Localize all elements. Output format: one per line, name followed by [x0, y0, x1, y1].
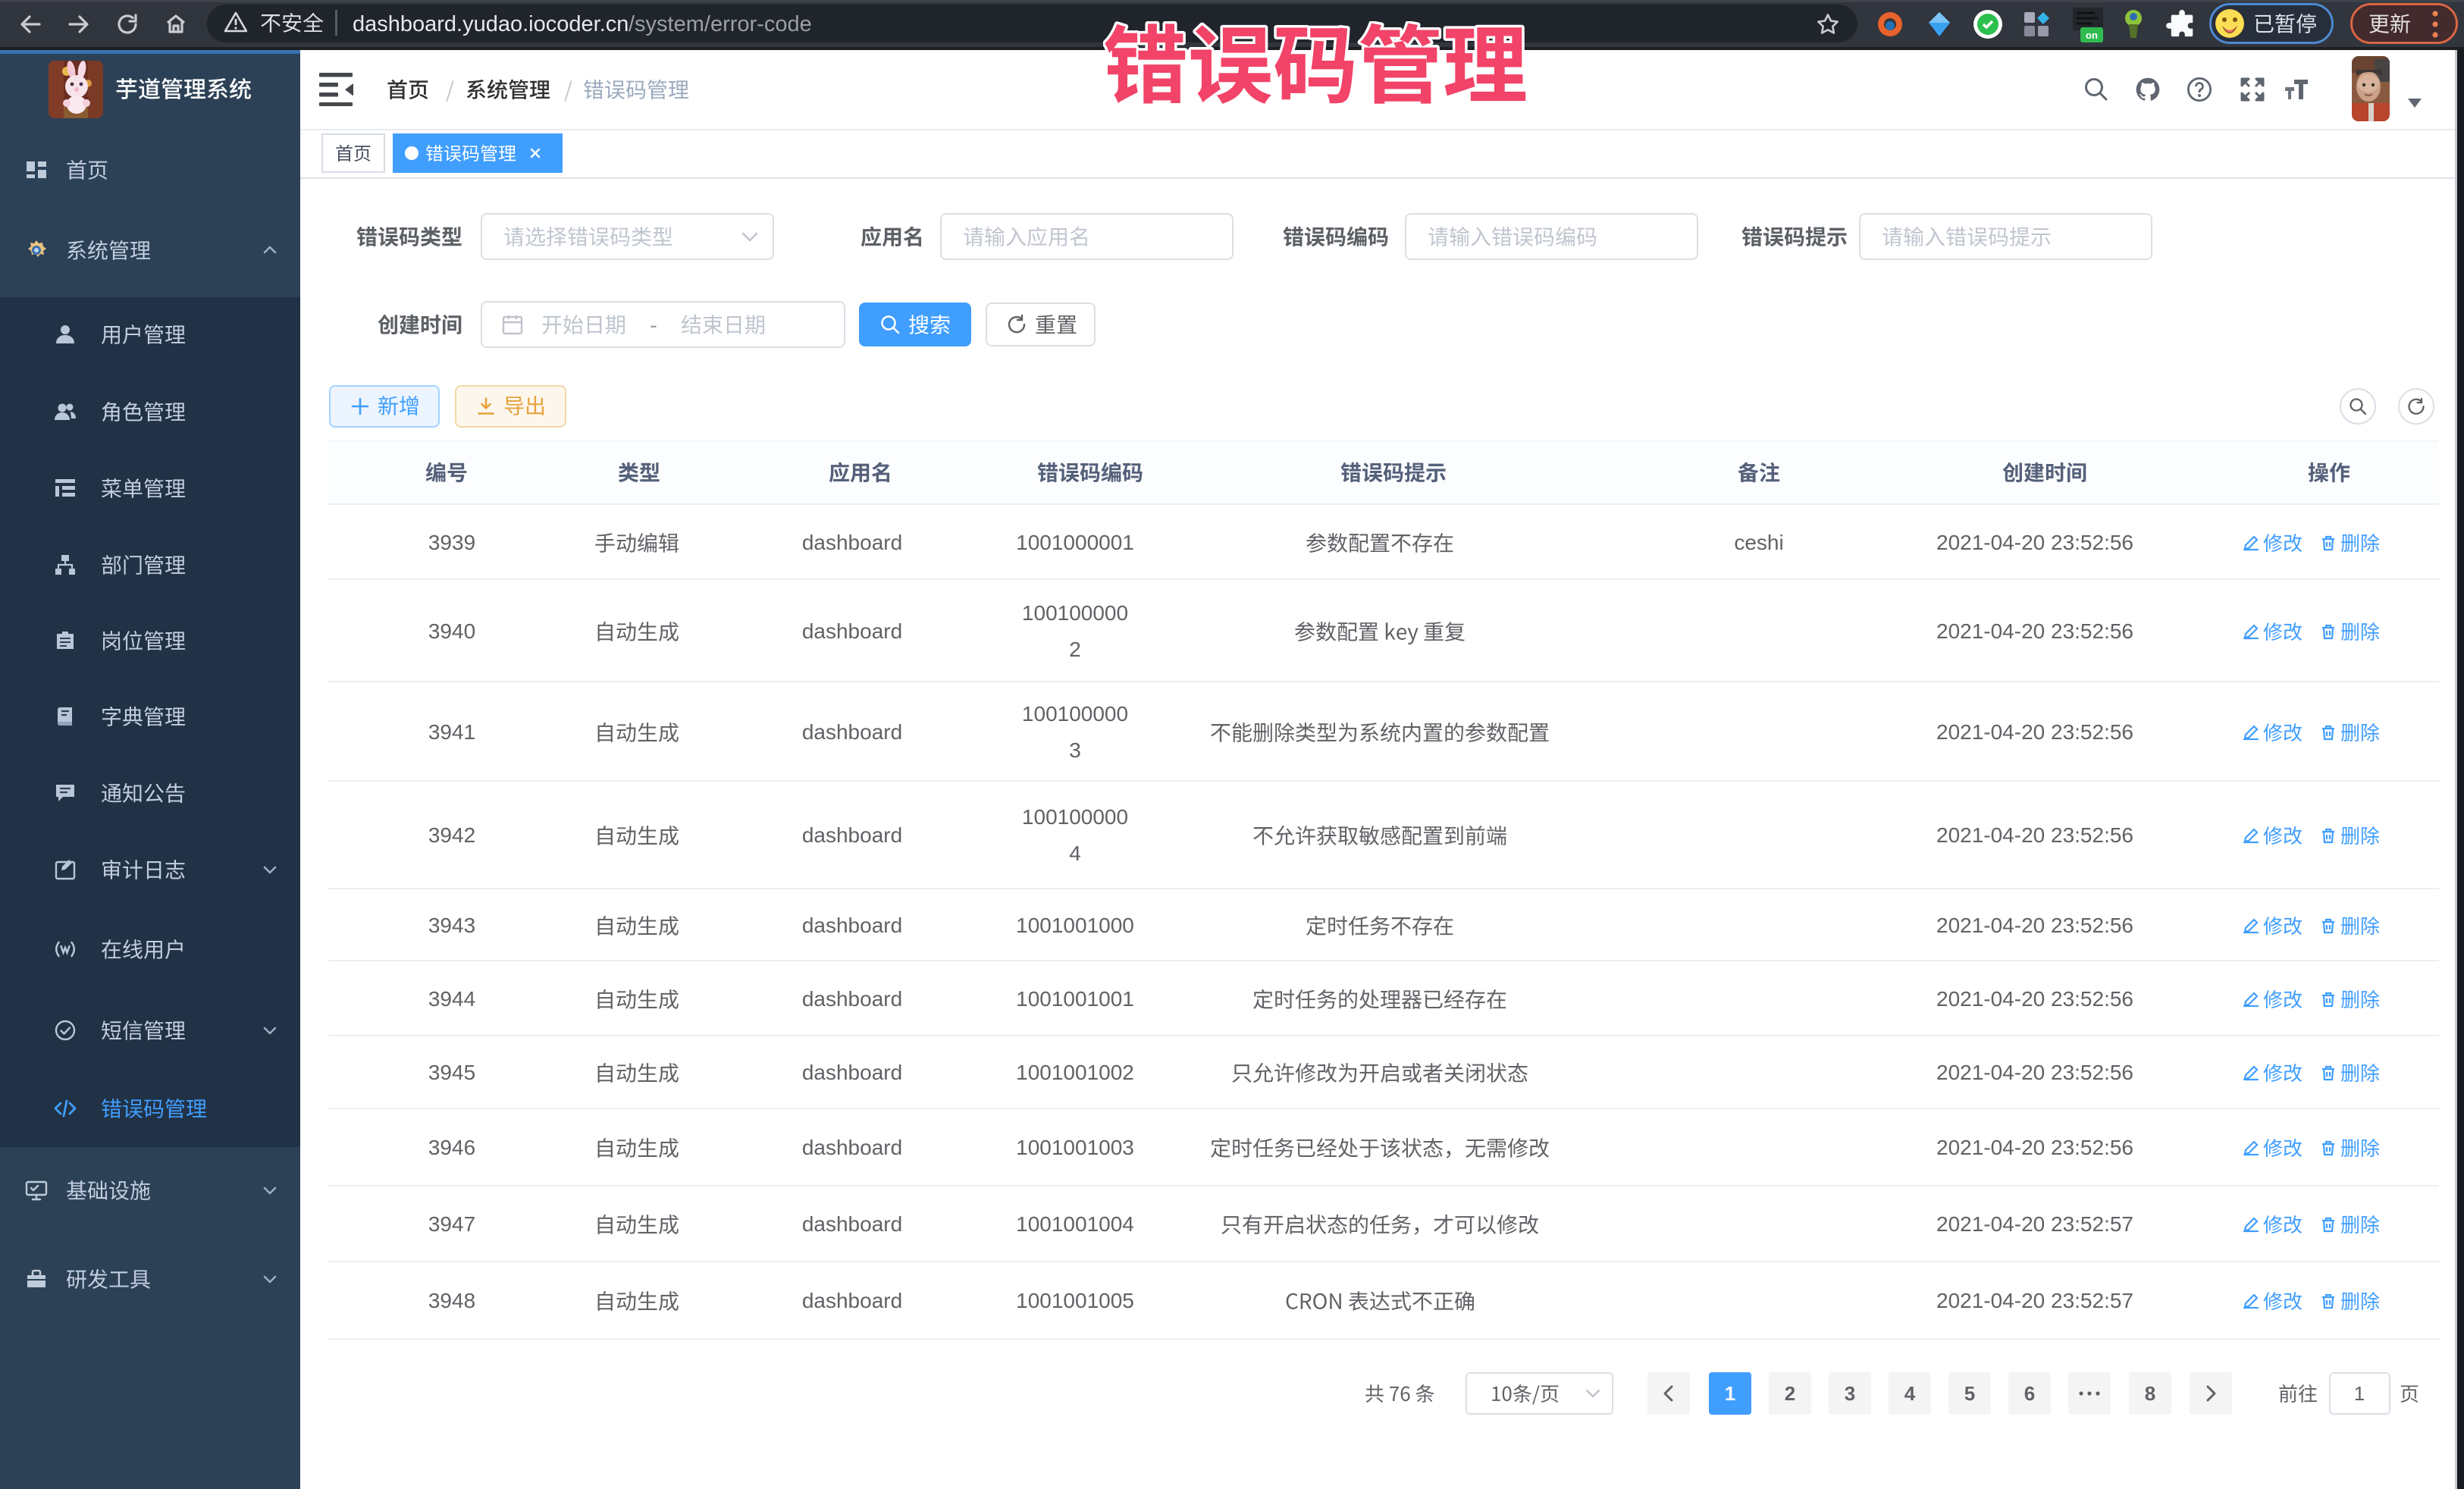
svg-text:on: on [2086, 30, 2098, 41]
